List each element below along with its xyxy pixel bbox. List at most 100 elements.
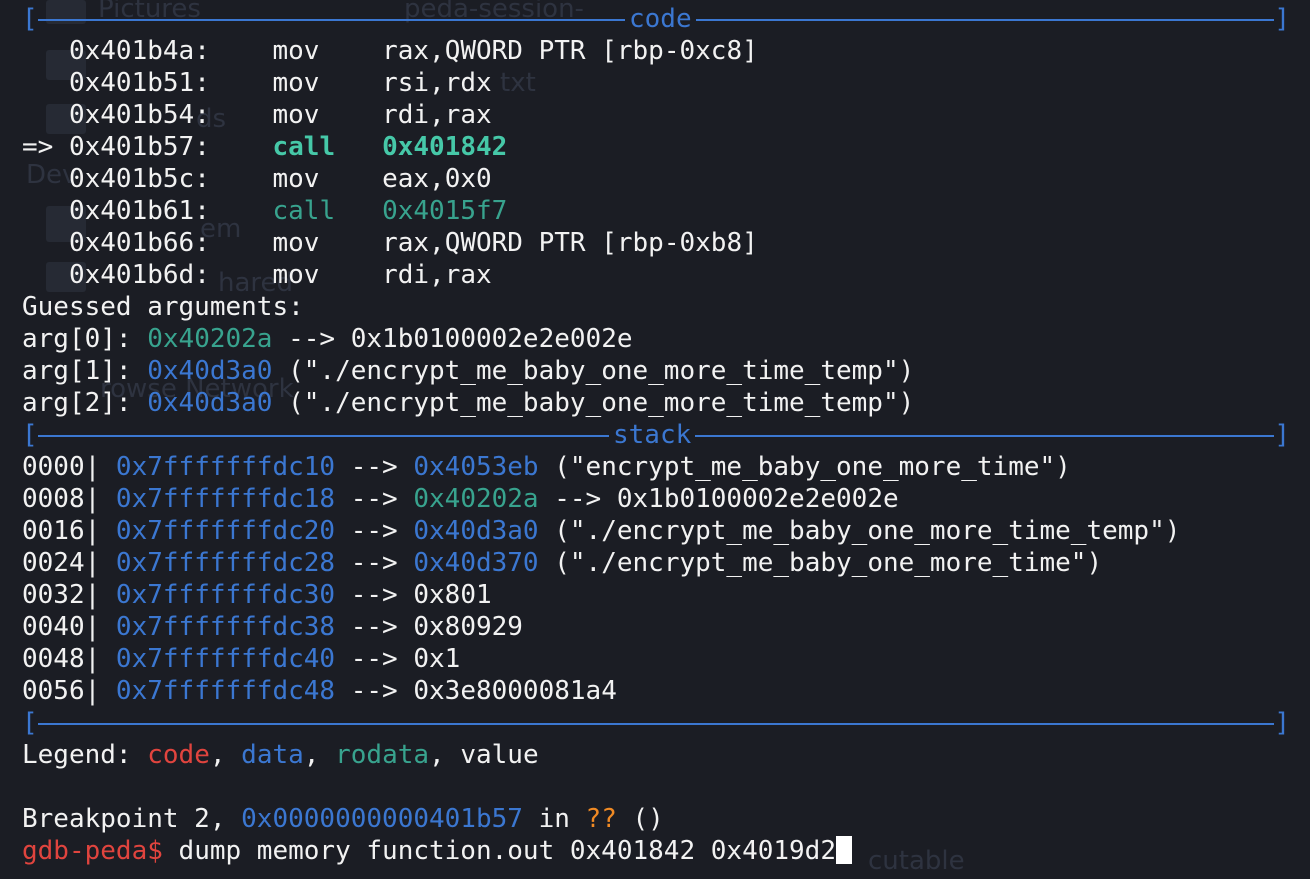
separator-right-bracket: ] (1274, 708, 1290, 738)
legend-separator: , (303, 740, 336, 770)
code-line-prefix (22, 228, 69, 258)
legend-prefix: Legend: (22, 740, 148, 770)
stack-section-title: stack (609, 419, 696, 451)
stack-pointer: 0x40d370 (413, 548, 539, 578)
stack-offset: 0048| (22, 644, 116, 674)
stack-line: 0040| 0x7fffffffdc38 --> 0x80929 (22, 611, 523, 643)
code-line: 0x401b66: mov rax,QWORD PTR [rbp-0xb8] (22, 227, 758, 259)
breakpoint-address: 0x0000000000401b57 (241, 804, 523, 834)
stack-value: ("encrypt_me_baby_one_more_time") (538, 452, 1071, 482)
code-line-mnemonic: mov (272, 100, 320, 130)
code-line: 0x401b54: mov rdi,rax (22, 99, 492, 131)
stack-pointer: 0x40202a (413, 484, 539, 514)
arg-label: arg[2]: (22, 388, 148, 418)
arg-value: ("./encrypt_me_baby_one_more_time_temp") (272, 388, 915, 418)
stack-arrow: --> (335, 516, 414, 546)
code-line-prefix (22, 36, 69, 66)
arg-pointer: 0x40d3a0 (147, 356, 273, 386)
code-line-address: 0x401b54: (68, 100, 210, 130)
stack-arrow: --> (335, 452, 414, 482)
code-line: 0x401b4a: mov rax,QWORD PTR [rbp-0xc8] (22, 35, 758, 67)
closing-separator: [ ] (22, 707, 1290, 739)
code-line-address: 0x401b4a: (68, 36, 210, 66)
stack-pointer: 0x40d3a0 (413, 516, 539, 546)
text-cursor (835, 836, 852, 864)
gdb-prompt-label: gdb-peda$ (22, 836, 163, 866)
code-line-address: 0x401b5c: (68, 164, 210, 194)
code-line-mnemonic: mov (272, 228, 320, 258)
stack-line: 0056| 0x7fffffffdc48 --> 0x3e8000081a4 (22, 675, 617, 707)
breakpoint-prefix: Breakpoint 2, (22, 804, 242, 834)
code-line-mnemonic: mov (272, 68, 320, 98)
arg-pointer: 0x40202a (147, 324, 273, 354)
stack-section-separator: [ stack ] (22, 419, 1290, 451)
code-line-operands: rdi,rax (382, 100, 492, 130)
stack-value: 0x1 (413, 644, 461, 674)
stack-arrow: --> (335, 580, 414, 610)
code-line-operands: 0x4015f7 (382, 196, 508, 226)
stack-offset: 0056| (22, 676, 116, 706)
stack-line: 0008| 0x7fffffffdc18 --> 0x40202a --> 0x… (22, 483, 899, 515)
stack-address: 0x7fffffffdc48 (115, 676, 336, 706)
code-line-operands: rax,QWORD PTR [rbp-0xc8] (382, 36, 758, 66)
stack-arrow: --> (335, 676, 414, 706)
guessed-arguments-header: Guessed arguments: (22, 292, 304, 322)
stack-value: 0x3e8000081a4 (413, 676, 617, 706)
code-line-mnemonic: mov (272, 164, 320, 194)
code-line-operands: rdi,rax (382, 260, 492, 290)
code-line-mnemonic: mov (272, 36, 320, 66)
stack-address: 0x7fffffffdc40 (115, 644, 336, 674)
legend-rodata: rodata (335, 740, 430, 770)
stack-value: 0x80929 (413, 612, 523, 642)
code-section-separator: [ code ] (22, 3, 1290, 35)
code-line-address: 0x401b57: (68, 132, 210, 162)
stack-value: ("./encrypt_me_baby_one_more_time_temp") (538, 516, 1181, 546)
terminal-window[interactable]: [ code ] 0x401b4a: mov rax,QWORD PTR [rb… (0, 0, 1310, 879)
arg-pointer: 0x40d3a0 (147, 388, 273, 418)
legend-separator: , (209, 740, 242, 770)
stack-pointer: 0x4053eb (413, 452, 539, 482)
stack-arrow: --> (335, 484, 414, 514)
stack-line: 0000| 0x7fffffffdc10 --> 0x4053eb ("encr… (22, 451, 1071, 483)
current-instruction-arrow: => (22, 132, 69, 162)
separator-left-bracket: [ (22, 420, 38, 450)
code-line: 0x401b51: mov rsi,rdx (22, 67, 492, 99)
gdb-prompt-line[interactable]: gdb-peda$ dump memory function.out 0x401… (22, 835, 852, 867)
separator-left-bracket: [ (22, 708, 38, 738)
breakpoint-in: in (522, 804, 586, 834)
stack-address: 0x7fffffffdc38 (115, 612, 336, 642)
legend-value: value (460, 740, 539, 770)
stack-arrow: --> (335, 644, 414, 674)
command-input[interactable]: dump memory function.out 0x401842 0x4019… (163, 836, 836, 866)
stack-line: 0024| 0x7fffffffdc28 --> 0x40d370 ("./en… (22, 547, 1102, 579)
stack-address: 0x7fffffffdc28 (115, 548, 336, 578)
code-line: 0x401b6d: mov rdi,rax (22, 259, 492, 291)
stack-value: ("./encrypt_me_baby_one_more_time") (538, 548, 1103, 578)
code-line-prefix (22, 100, 69, 130)
stack-value: 0x801 (413, 580, 492, 610)
guessed-arg-line: arg[0]: 0x40202a --> 0x1b0100002e2e002e (22, 323, 633, 355)
guessed-arg-line: arg[1]: 0x40d3a0 ("./encrypt_me_baby_one… (22, 355, 914, 387)
legend-data: data (241, 740, 304, 770)
code-line-operands: rax,QWORD PTR [rbp-0xb8] (382, 228, 758, 258)
code-line-operands: eax,0x0 (382, 164, 492, 194)
code-line-current: => 0x401b57: call 0x401842 (22, 131, 507, 163)
stack-offset: 0032| (22, 580, 116, 610)
stack-value: --> 0x1b0100002e2e002e (538, 484, 899, 514)
stack-arrow: --> (335, 612, 414, 642)
stack-line: 0048| 0x7fffffffdc40 --> 0x1 (22, 643, 460, 675)
arg-arrow: --> (272, 324, 351, 354)
code-line-prefix (22, 196, 69, 226)
separator-right-bracket: ] (1274, 420, 1290, 450)
code-line-mnemonic: call (272, 132, 336, 162)
code-line-mnemonic: mov (272, 260, 320, 290)
code-line: 0x401b61: call 0x4015f7 (22, 195, 507, 227)
code-line-prefix (22, 68, 69, 98)
stack-address: 0x7fffffffdc30 (115, 580, 336, 610)
code-line-operands: rsi,rdx (382, 68, 492, 98)
stack-line: 0016| 0x7fffffffdc20 --> 0x40d3a0 ("./en… (22, 515, 1180, 547)
separator-rule (38, 723, 1274, 725)
code-line-prefix (22, 260, 69, 290)
arg-label: arg[0]: (22, 324, 148, 354)
arg-value: 0x1b0100002e2e002e (350, 324, 633, 354)
